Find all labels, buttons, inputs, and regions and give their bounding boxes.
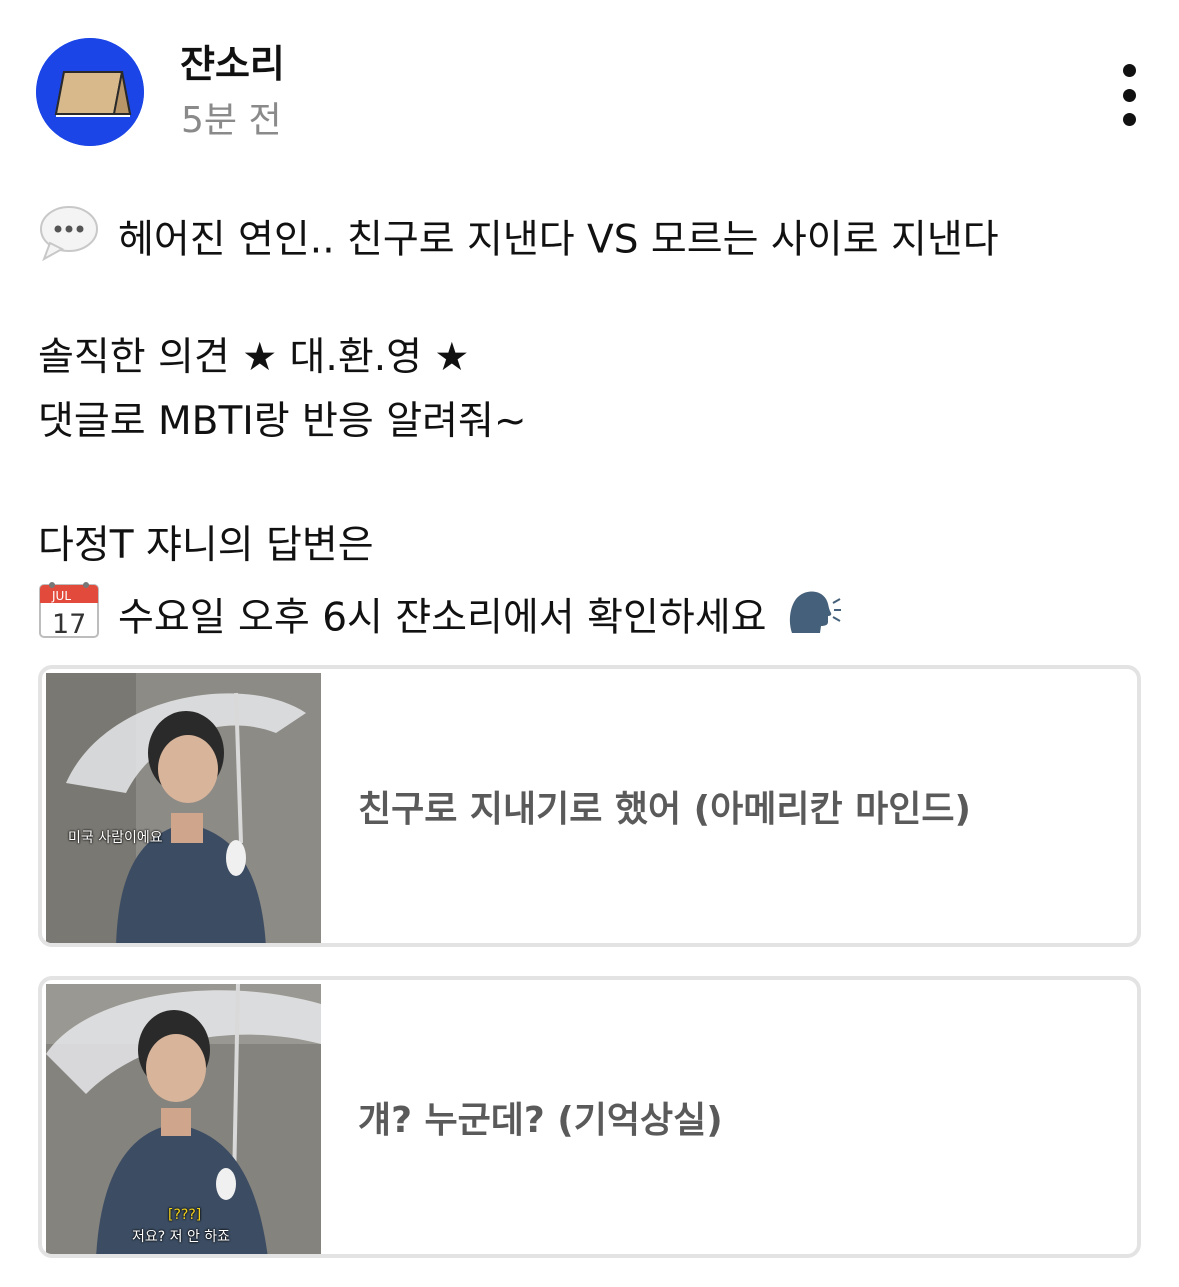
option-2-thumb-caption-tag: [???] bbox=[168, 1207, 202, 1223]
post-line-opinion: 솔직한 의견 ★ 대.환.영 ★ bbox=[38, 335, 470, 380]
poll-option-1[interactable]: 미국 사람이에요 친구로 지내기로 했어 (아메리칸 마인드) bbox=[38, 665, 1141, 947]
option-1-thumb-caption: 미국 사람이에요 bbox=[68, 830, 163, 846]
speech-bubble-icon bbox=[38, 203, 100, 275]
option-2-thumbnail: [???] 저요? 저 안 하죠 bbox=[46, 984, 321, 1254]
post-line-title-text: 헤어진 연인.. 친구로 지낸다 VS 모르는 사이로 지낸다 bbox=[118, 217, 999, 263]
post-line-comment-request: 댓글로 MBTI랑 반응 알려줘~ bbox=[38, 399, 527, 444]
post-line-title: 헤어진 연인.. 친구로 지낸다 VS 모르는 사이로 지낸다 bbox=[38, 206, 999, 278]
speaking-head-icon bbox=[784, 585, 842, 649]
post-line-answer-intro: 다정T 쟈니의 답변은 bbox=[38, 523, 374, 568]
post-line-schedule-text: 수요일 오후 6시 쟌소리에서 확인하세요 bbox=[118, 595, 767, 641]
avatar[interactable] bbox=[36, 38, 144, 146]
calendar-icon: JUL 17 bbox=[38, 581, 100, 653]
option-1-label: 친구로 지내기로 했어 (아메리칸 마인드) bbox=[358, 789, 971, 830]
post-line-schedule: JUL 17 수요일 오후 6시 쟌소리에서 확인하세요 bbox=[38, 581, 842, 656]
calendar-day: 17 bbox=[52, 609, 86, 639]
more-options-button[interactable] bbox=[1109, 64, 1149, 126]
option-2-label: 걔? 누군데? (기억상실) bbox=[358, 1100, 723, 1141]
calendar-month: JUL bbox=[51, 589, 71, 603]
tent-logo-icon bbox=[36, 38, 144, 146]
author-name[interactable]: 쟌소리 bbox=[180, 40, 285, 88]
more-dot bbox=[1122, 88, 1136, 102]
poll-option-2[interactable]: [???] 저요? 저 안 하죠 걔? 누군데? (기억상실) bbox=[38, 976, 1141, 1258]
post-timestamp: 5분 전 bbox=[181, 100, 282, 141]
option-1-thumbnail: 미국 사람이에요 bbox=[46, 673, 321, 943]
option-2-thumb-caption: 저요? 저 안 하죠 bbox=[132, 1229, 231, 1245]
more-dot bbox=[1122, 113, 1136, 126]
post-card: 쟌소리 5분 전 헤어진 연인.. 친구로 지낸다 VS 모르는 사이로 지낸다… bbox=[0, 0, 1179, 1287]
more-vertical-icon bbox=[1122, 64, 1136, 77]
